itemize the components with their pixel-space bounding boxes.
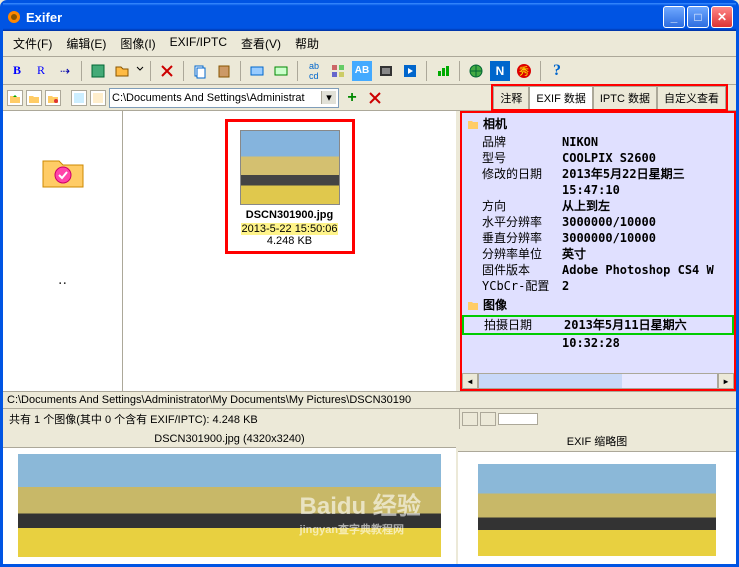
view-mode-b-icon[interactable]: [480, 412, 496, 426]
path-text: C:\Documents And Settings\Administrat: [112, 92, 305, 104]
film-icon[interactable]: [376, 61, 396, 81]
new-folder-icon[interactable]: [26, 90, 42, 106]
thumbnail-item[interactable]: DSCN301900.jpg 2013-5-22 15:50:06 4.248 …: [225, 119, 355, 254]
fav-folder-icon[interactable]: [45, 90, 61, 106]
paste-icon[interactable]: [214, 61, 234, 81]
red-circle-icon[interactable]: 秀: [514, 61, 534, 81]
menu-exif[interactable]: EXIF/IPTC: [164, 33, 233, 54]
folder-tree[interactable]: ..: [3, 111, 123, 391]
exif-thumb-image: [458, 452, 736, 564]
nav-a-icon[interactable]: [71, 90, 87, 106]
menu-image[interactable]: 图像(I): [114, 33, 161, 54]
menubar: 文件(F) 编辑(E) 图像(I) EXIF/IPTC 查看(V) 帮助: [3, 31, 736, 57]
open-icon[interactable]: [112, 61, 132, 81]
folder-icon[interactable]: [39, 151, 87, 191]
tool-a-icon[interactable]: [247, 61, 267, 81]
tab-exif[interactable]: EXIF 数据: [529, 86, 593, 109]
titlebar: Exifer _ □ ✕: [3, 3, 736, 31]
shot-date-row: 拍摄日期2013年5月11日星期六: [462, 315, 734, 335]
play-icon[interactable]: [400, 61, 420, 81]
thumbnail-image: [240, 130, 340, 205]
tool-b-icon[interactable]: [271, 61, 291, 81]
menu-edit[interactable]: 编辑(E): [60, 33, 112, 54]
app-icon: [6, 9, 22, 25]
arrow-button[interactable]: ⇢: [55, 61, 75, 81]
watermark: Baidu 经验 jingyan查字典教程网: [300, 486, 421, 537]
up-folder-icon[interactable]: [7, 90, 23, 106]
maximize-button[interactable]: □: [687, 6, 709, 28]
copy-icon[interactable]: [190, 61, 210, 81]
full-path-bar: C:\Documents And Settings\Administrator\…: [3, 391, 736, 408]
refresh-button[interactable]: R: [31, 61, 51, 81]
address-toolbar: C:\Documents And Settings\Administrat ▾ …: [3, 85, 736, 111]
view-mode-a-icon[interactable]: [462, 412, 478, 426]
remove-path-icon[interactable]: [365, 88, 385, 108]
nav-b-icon[interactable]: [90, 90, 106, 106]
menu-view[interactable]: 查看(V): [235, 33, 287, 54]
path-combo[interactable]: C:\Documents And Settings\Administrat ▾: [109, 88, 339, 108]
thumbnail-filename: DSCN301900.jpg: [232, 209, 348, 221]
thumbnail-pane: DSCN301900.jpg 2013-5-22 15:50:06 4.248 …: [123, 111, 456, 391]
bold-button[interactable]: B: [7, 61, 27, 81]
globe-icon[interactable]: [466, 61, 486, 81]
main-toolbar: B R ⇢ abcd AB N 秀 ?: [3, 57, 736, 85]
close-button[interactable]: ✕: [711, 6, 733, 28]
stats-icon[interactable]: [433, 61, 453, 81]
minimize-button[interactable]: _: [663, 6, 685, 28]
svg-text:秀: 秀: [519, 66, 529, 78]
h-scrollbar[interactable]: ◂ ▸: [462, 373, 734, 389]
path-dropdown-icon[interactable]: ▾: [321, 91, 336, 104]
status-count: 共有 1 个图像(其中 0 个含有 EXIF/IPTC): 4.248 KB: [3, 409, 460, 429]
help-icon[interactable]: ?: [547, 61, 567, 81]
metadata-tabs: 注释 EXIF 数据 IPTC 数据 自定义查看: [491, 84, 728, 111]
section-image[interactable]: 图像: [462, 294, 734, 315]
tab-custom[interactable]: 自定义查看: [657, 86, 726, 109]
ab-icon[interactable]: AB: [352, 61, 372, 81]
tab-iptc[interactable]: IPTC 数据: [593, 86, 657, 109]
exif-panel: 相机 品牌NIKON 型号COOLPIX S2600 修改的日期2013年5月2…: [460, 111, 736, 391]
exif-thumb-title: EXIF 缩略图: [458, 431, 736, 452]
preview-title: DSCN301900.jpg (4320x3240): [3, 431, 456, 448]
save-icon[interactable]: [88, 61, 108, 81]
section-camera[interactable]: 相机: [462, 113, 734, 134]
preview-image: Baidu 经验 jingyan查字典教程网: [3, 448, 456, 564]
menu-file[interactable]: 文件(F): [7, 33, 58, 54]
mini-slider[interactable]: [498, 413, 538, 425]
tab-comment[interactable]: 注释: [493, 86, 529, 109]
menu-help[interactable]: 帮助: [289, 33, 325, 54]
n-icon[interactable]: N: [490, 61, 510, 81]
add-path-button[interactable]: +: [342, 88, 362, 108]
thumbnail-datetime: 2013-5-22 15:50:06: [241, 223, 337, 235]
thumbnail-size: 4.248 KB: [232, 235, 348, 247]
grid-icon[interactable]: [328, 61, 348, 81]
text-ab-icon[interactable]: abcd: [304, 61, 324, 81]
delete-icon[interactable]: [157, 61, 177, 81]
app-title: Exifer: [26, 10, 663, 25]
